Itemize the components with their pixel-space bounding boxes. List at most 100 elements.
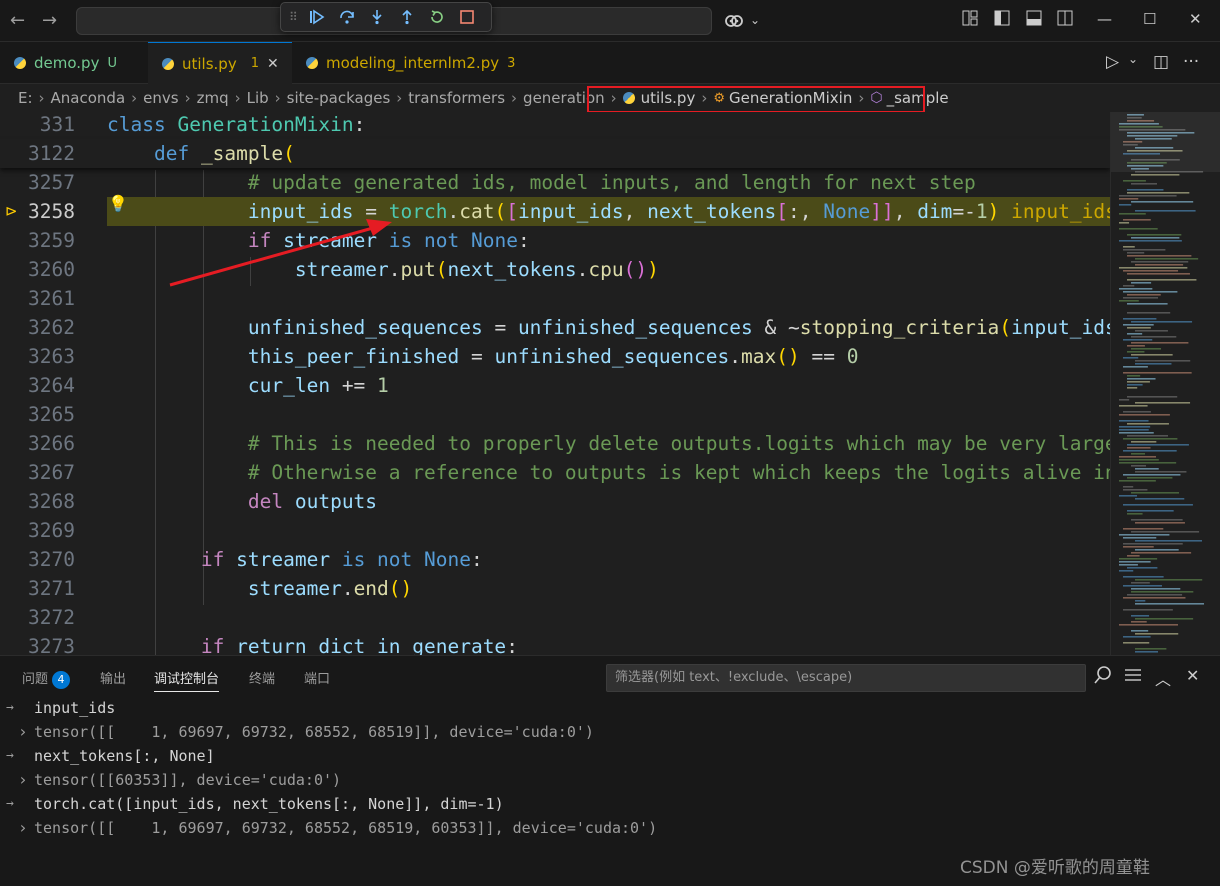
drag-handle-icon[interactable]: ⠿ — [289, 10, 298, 24]
code-line[interactable]: 3273 if return_dict_in_generate: — [0, 632, 1110, 655]
expand-chevron-icon[interactable]: › — [18, 768, 28, 792]
breadcrumb-item[interactable]: Anaconda — [51, 89, 126, 107]
code-line[interactable]: 3267 # Otherwise a reference to outputs … — [0, 458, 1110, 487]
code-line[interactable]: 3268 del outputs — [0, 487, 1110, 516]
minimap-line — [1131, 492, 1180, 494]
code-line[interactable]: 3122 def _sample( — [0, 139, 1110, 168]
tab-problems[interactable]: 问题 4 — [22, 668, 71, 689]
code-text: # Otherwise a reference to outputs is ke… — [107, 458, 1110, 487]
minimap-line — [1119, 213, 1146, 215]
stop-icon[interactable] — [456, 6, 478, 28]
code-line[interactable]: 3262 unfinished_sequences = unfinished_s… — [0, 313, 1110, 342]
console-filter-input[interactable]: 筛选器(例如 text、!exclude、\escape) — [606, 664, 1086, 692]
tab-utils-py[interactable]: utils.py 1 ✕ — [148, 42, 292, 84]
tab-terminal[interactable]: 终端 — [249, 668, 275, 687]
restart-icon[interactable] — [426, 6, 448, 28]
tab-demo-py[interactable]: demo.py U — [0, 42, 148, 84]
code-token: cat — [459, 200, 495, 223]
tab-modeling-internlm2-py[interactable]: modeling_internlm2.py 3 — [292, 42, 534, 84]
close-window-button[interactable]: ✕ — [1189, 10, 1202, 28]
minimap-line — [1131, 261, 1189, 263]
minimize-button[interactable]: — — [1097, 10, 1112, 28]
code-line[interactable]: 3271 streamer.end() — [0, 574, 1110, 603]
expand-chevron-icon[interactable]: › — [18, 816, 28, 840]
breadcrumb-item[interactable]: E: — [18, 89, 33, 107]
lightbulb-icon[interactable]: 💡 — [108, 194, 128, 213]
step-over-icon[interactable] — [336, 6, 358, 28]
run-icon[interactable]: ▷ — [1106, 52, 1119, 72]
customize-layout-icon[interactable] — [962, 10, 978, 30]
code-text: # update generated ids, model inputs, an… — [107, 168, 976, 197]
minimap-line — [1123, 504, 1193, 506]
code-editor[interactable]: 331 class GenerationMixin: 3122 def _sampl… — [0, 112, 1110, 655]
console-output-line[interactable]: › tensor([[60353]], device='cuda:0') — [0, 768, 1220, 792]
minimap-line — [1127, 384, 1143, 386]
arrow-right-icon[interactable]: → — [42, 10, 57, 31]
split-editor-icon[interactable]: ◫ — [1153, 52, 1169, 72]
tab-debug-console[interactable]: 调试控制台 — [154, 668, 220, 692]
step-into-icon[interactable] — [366, 6, 388, 28]
code-line[interactable]: 3259 if streamer is not None: — [0, 226, 1110, 255]
minimap-line — [1127, 477, 1173, 479]
breadcrumb-item[interactable]: Lib — [247, 89, 269, 107]
arrow-left-icon[interactable]: ← — [10, 10, 25, 31]
code-token: () — [776, 345, 800, 368]
minimap-line — [1127, 375, 1141, 377]
minimap-line — [1123, 576, 1164, 578]
more-actions-icon[interactable]: ··· — [1183, 52, 1199, 72]
breadcrumb-item[interactable]: site-packages — [287, 89, 391, 107]
minimap-line — [1119, 570, 1134, 572]
minimap-line — [1127, 444, 1189, 446]
code-line[interactable]: ⊳ 3258 input_ids = torch.cat([input_ids, … — [0, 197, 1110, 226]
maximize-panel-icon[interactable]: ︿ — [1155, 666, 1171, 690]
toggle-secondary-sidebar-icon[interactable] — [1057, 10, 1073, 30]
minimap-line — [1123, 489, 1148, 491]
title-bar: ← → ⌄ — ☐ ✕ — [0, 0, 1220, 42]
code-line[interactable]: 3264 cur_len += 1 — [0, 371, 1110, 400]
debug-toolbar: ⠿ — [280, 2, 492, 32]
maximize-button[interactable]: ☐ — [1143, 10, 1156, 28]
minimap-slider[interactable] — [1111, 112, 1220, 172]
close-icon[interactable]: ✕ — [267, 56, 279, 72]
code-line[interactable]: 3270 if streamer is not None: — [0, 545, 1110, 574]
minimap-line — [1131, 348, 1162, 350]
breadcrumb-item[interactable]: transformers — [408, 89, 505, 107]
minimap-line — [1131, 201, 1194, 203]
code-line[interactable]: 3257 # update generated ids, model input… — [0, 168, 1110, 197]
console-output-line[interactable]: › tensor([[ 1, 69697, 69732, 68552, 68519… — [0, 816, 1220, 840]
chevron-down-icon[interactable]: ⌄ — [750, 13, 760, 27]
step-out-icon[interactable] — [396, 6, 418, 28]
word-wrap-icon[interactable] — [1124, 666, 1142, 688]
minimap-line — [1119, 480, 1156, 482]
minimap[interactable] — [1110, 112, 1220, 655]
expand-chevron-icon[interactable]: › — [18, 720, 28, 744]
code-line[interactable]: 3261 — [0, 284, 1110, 313]
minimap-line — [1131, 174, 1180, 176]
code-line[interactable]: 3265 — [0, 400, 1110, 429]
code-line[interactable]: 3269 — [0, 516, 1110, 545]
code-line[interactable]: 3272 — [0, 603, 1110, 632]
code-line[interactable]: 3266 # This is needed to properly delete… — [0, 429, 1110, 458]
close-icon[interactable]: ✕ — [1186, 666, 1199, 685]
chevron-down-icon[interactable]: ⌄ — [1128, 52, 1138, 66]
copilot-icon[interactable] — [724, 10, 744, 35]
code-token: unfinished_sequences — [247, 316, 483, 339]
console-output-line[interactable]: › tensor([[ 1, 69697, 69732, 68552, 68519… — [0, 720, 1220, 744]
toggle-sidebar-icon[interactable] — [994, 10, 1010, 30]
code-line[interactable]: 331 class GenerationMixin: — [0, 112, 1110, 139]
minimap-line — [1127, 192, 1190, 194]
minimap-line — [1135, 648, 1167, 650]
minimap-line — [1135, 330, 1168, 332]
search-icon[interactable] — [1094, 666, 1112, 688]
breadcrumb-item[interactable]: zmq — [197, 89, 229, 107]
code-line[interactable]: 3260 streamer.put(next_tokens.cpu()) — [0, 255, 1110, 284]
tab-ports[interactable]: 端口 — [304, 668, 330, 687]
continue-icon[interactable] — [306, 6, 328, 28]
breadcrumb-item[interactable]: envs — [143, 89, 178, 107]
code-line[interactable]: 3263 this_peer_finished = unfinished_seq… — [0, 342, 1110, 371]
toggle-panel-icon[interactable] — [1026, 10, 1042, 30]
tab-output[interactable]: 输出 — [100, 668, 126, 687]
